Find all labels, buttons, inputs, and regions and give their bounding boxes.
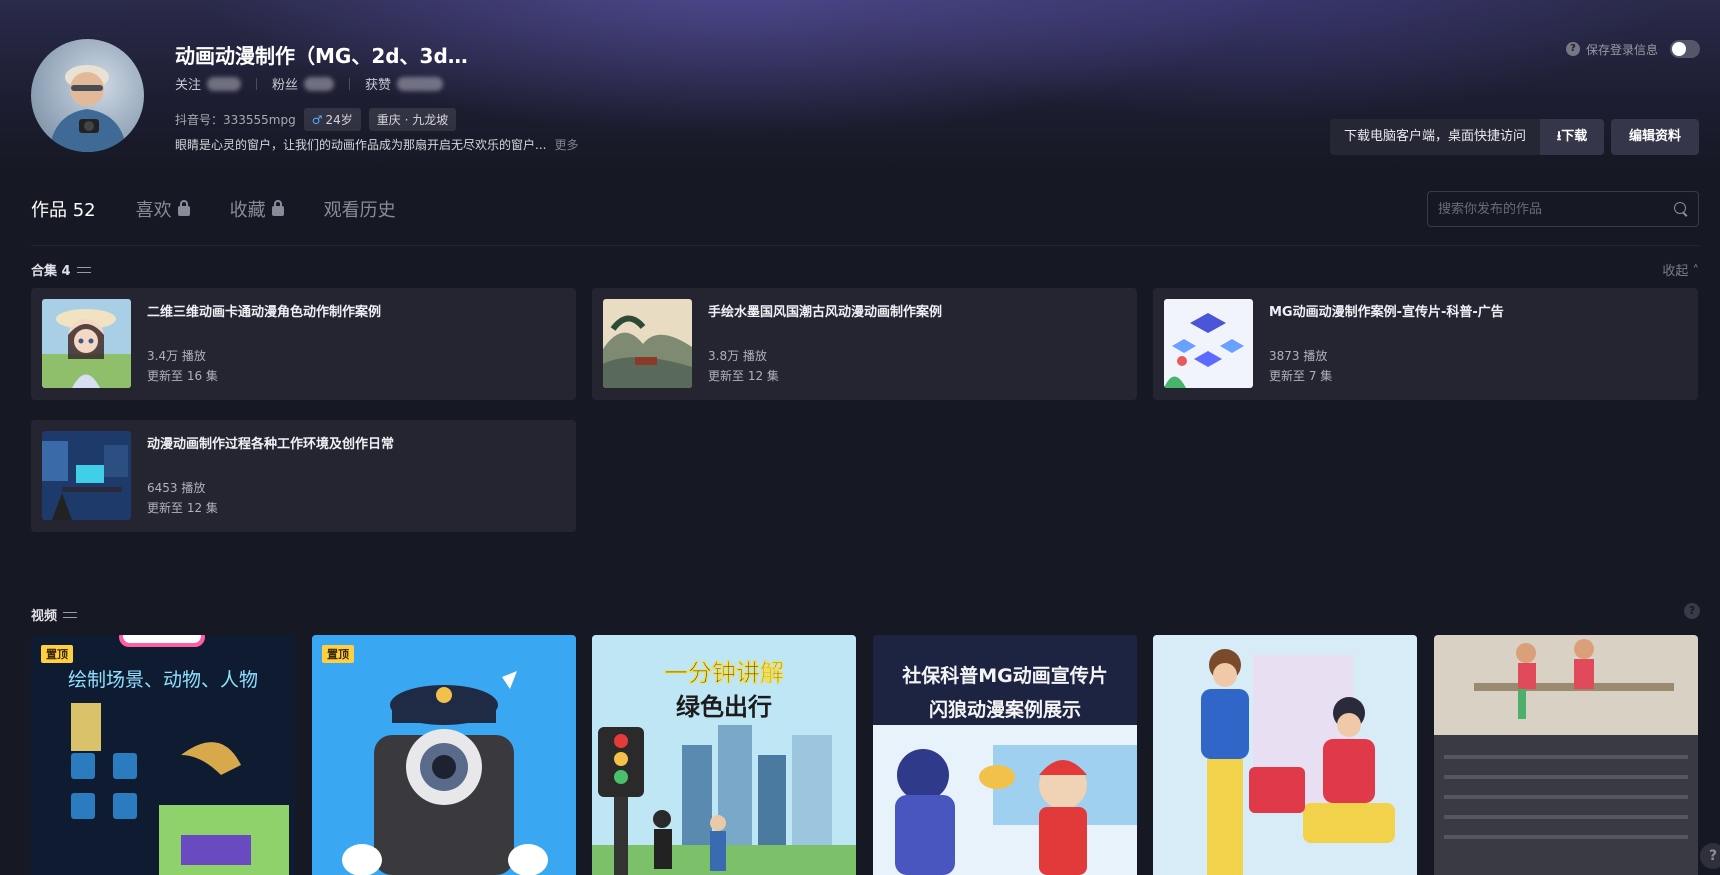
collection-plays: 3.4万 播放 <box>147 349 206 363</box>
douyin-id: 抖音号：333555mpg <box>175 113 296 127</box>
collection-card[interactable]: MG动画动漫制作案例-宣传片-科普-广告 3873 播放 更新至 7 集 <box>1153 288 1698 400</box>
video-caption-line1: 一分钟讲解 <box>664 659 785 688</box>
bio: 眼睛是心灵的窗户，让我们的动画作品成为那扇开启无尽欢乐的窗户... 更多 <box>175 136 578 153</box>
video-card[interactable]: 社保科普MG动画宣传片 闪狼动漫案例展示 <box>873 635 1137 875</box>
videos-title: 视频 <box>31 605 78 624</box>
video-thumbnail-image <box>1153 635 1417 875</box>
video-thumbnail-image <box>312 635 576 875</box>
profile-tabs: 作品 52 喜欢 收藏 观看历史 <box>31 196 396 222</box>
collection-card[interactable]: 动漫动画制作过程各种工作环境及创作日常 6453 播放 更新至 12 集 <box>31 420 576 532</box>
collection-plays: 6453 播放 <box>147 481 206 495</box>
pinned-badge: 置顶 <box>322 645 354 663</box>
likes-count-blurred <box>397 76 444 91</box>
tab-favorites[interactable]: 收藏 <box>230 196 284 222</box>
collection-thumbnail <box>603 299 692 388</box>
collection-thumbnail-image <box>1164 299 1253 388</box>
collection-thumbnail <box>1164 299 1253 388</box>
collection-plays: 3.8万 播放 <box>708 349 767 363</box>
download-button[interactable]: ⭳下载 <box>1540 119 1605 155</box>
save-login-label: 保存登录信息 <box>1585 42 1658 57</box>
video-thumbnail-image <box>1434 635 1698 875</box>
fans-stat[interactable]: 粉丝 <box>272 74 335 93</box>
download-client-text[interactable]: 下载电脑客户端，桌面快捷访问 <box>1330 119 1540 155</box>
tab-history[interactable]: 观看历史 <box>324 196 396 222</box>
video-caption-line1: 社保科普MG动画宣传片 <box>902 665 1108 687</box>
avatar-image <box>49 65 127 152</box>
tab-likes[interactable]: 喜欢 <box>136 196 190 222</box>
video-caption-line2: 闪狼动漫案例展示 <box>928 699 1081 721</box>
download-client-banner: 下载电脑客户端，桌面快捷访问 ⭳下载 <box>1330 119 1605 155</box>
collection-title: 手绘水墨国风国潮古风动漫动画制作案例 <box>708 305 943 320</box>
follow-label: 关注 <box>175 78 202 93</box>
save-login-control: ? 保存登录信息 <box>1565 40 1700 58</box>
collection-card[interactable]: 二维三维动画卡通动漫角色动作制作案例 3.4万 播放 更新至 16 集 <box>31 288 576 400</box>
tab-works-label: 作品 52 <box>31 200 96 221</box>
male-icon: ♂ <box>311 113 323 127</box>
collection-update: 更新至 12 集 <box>147 501 218 515</box>
likes-stat: 获赞 <box>365 74 444 93</box>
collection-thumbnail <box>42 431 131 520</box>
search-input[interactable] <box>1438 201 1674 217</box>
video-card[interactable]: 一分钟讲解 绿色出行 <box>592 635 856 875</box>
tab-works[interactable]: 作品 52 <box>31 196 96 222</box>
video-card[interactable] <box>1434 635 1698 875</box>
tab-likes-label: 喜欢 <box>135 200 172 221</box>
edit-profile-button[interactable]: 编辑资料 <box>1611 119 1699 155</box>
tab-history-label: 观看历史 <box>323 200 396 221</box>
feedback-icon[interactable]: ? <box>1700 843 1720 869</box>
collection-title: MG动画动漫制作案例-宣传片-科普-广告 <box>1269 305 1504 320</box>
collection-update: 更新至 12 集 <box>708 369 779 383</box>
follow-stat[interactable]: 关注 <box>175 74 242 93</box>
tab-favorites-label: 收藏 <box>229 200 266 221</box>
collection-thumbnail <box>42 299 131 388</box>
age-label: 24岁 <box>325 113 353 127</box>
collection-thumbnail-image <box>603 299 692 388</box>
tabs-divider <box>31 245 1699 246</box>
pinned-badge: 置顶 <box>41 645 73 663</box>
collapse-button[interactable]: 收起 ˄ <box>1662 260 1699 279</box>
collection-thumbnail-image <box>42 299 131 388</box>
gender-age-tag: ♂ 24岁 <box>303 108 361 131</box>
collection-title: 动漫动画制作过程各种工作环境及创作日常 <box>147 437 395 452</box>
save-login-toggle[interactable] <box>1670 40 1700 58</box>
collections-title-label: 合集 4 <box>31 264 71 279</box>
lock-icon <box>177 200 190 216</box>
collections-title: 合集 4 <box>31 260 91 279</box>
video-card[interactable]: 置顶 <box>312 635 576 875</box>
collection-update: 更新至 7 集 <box>1269 369 1333 383</box>
video-caption-line2: 绿色出行 <box>676 693 772 721</box>
profile-meta: 抖音号：333555mpg ♂ 24岁 重庆 · 九龙坡 <box>175 108 457 131</box>
profile-stats: 关注 粉丝 获赞 <box>175 74 444 93</box>
sort-icon[interactable] <box>63 610 78 620</box>
collection-card[interactable]: 手绘水墨国风国潮古风动漫动画制作案例 3.8万 播放 更新至 12 集 <box>592 288 1137 400</box>
stat-divider <box>256 77 258 90</box>
question-icon[interactable]: ? <box>1565 42 1580 56</box>
avatar[interactable] <box>31 39 144 152</box>
collection-plays: 3873 播放 <box>1269 349 1328 363</box>
video-card[interactable]: 置顶 绘制场景、动物、人物 <box>31 635 295 875</box>
collection-title: 二维三维动画卡通动漫角色动作制作案例 <box>147 305 382 320</box>
profile-name: 动画动漫制作（MG、2d、3d… <box>175 44 468 68</box>
likes-label: 获赞 <box>365 78 392 93</box>
stat-divider <box>349 77 351 90</box>
fans-count-blurred <box>304 76 335 91</box>
bio-more-link[interactable]: 更多 <box>554 138 578 152</box>
search-box <box>1427 191 1699 227</box>
collection-update: 更新至 16 集 <box>147 369 218 383</box>
collection-thumbnail-image <box>42 431 131 520</box>
lock-icon <box>271 200 284 216</box>
location-tag: 重庆 · 九龙坡 <box>368 108 457 131</box>
search-icon[interactable] <box>1674 202 1688 216</box>
bio-text: 眼睛是心灵的窗户，让我们的动画作品成为那扇开启无尽欢乐的窗户... <box>175 138 547 152</box>
videos-title-label: 视频 <box>31 609 58 624</box>
video-card[interactable] <box>1153 635 1417 875</box>
sort-icon[interactable] <box>76 265 91 275</box>
follow-count-blurred <box>207 76 242 91</box>
fans-label: 粉丝 <box>272 78 299 93</box>
video-caption: 绘制场景、动物、人物 <box>67 669 258 691</box>
help-icon[interactable]: ? <box>1684 603 1700 619</box>
